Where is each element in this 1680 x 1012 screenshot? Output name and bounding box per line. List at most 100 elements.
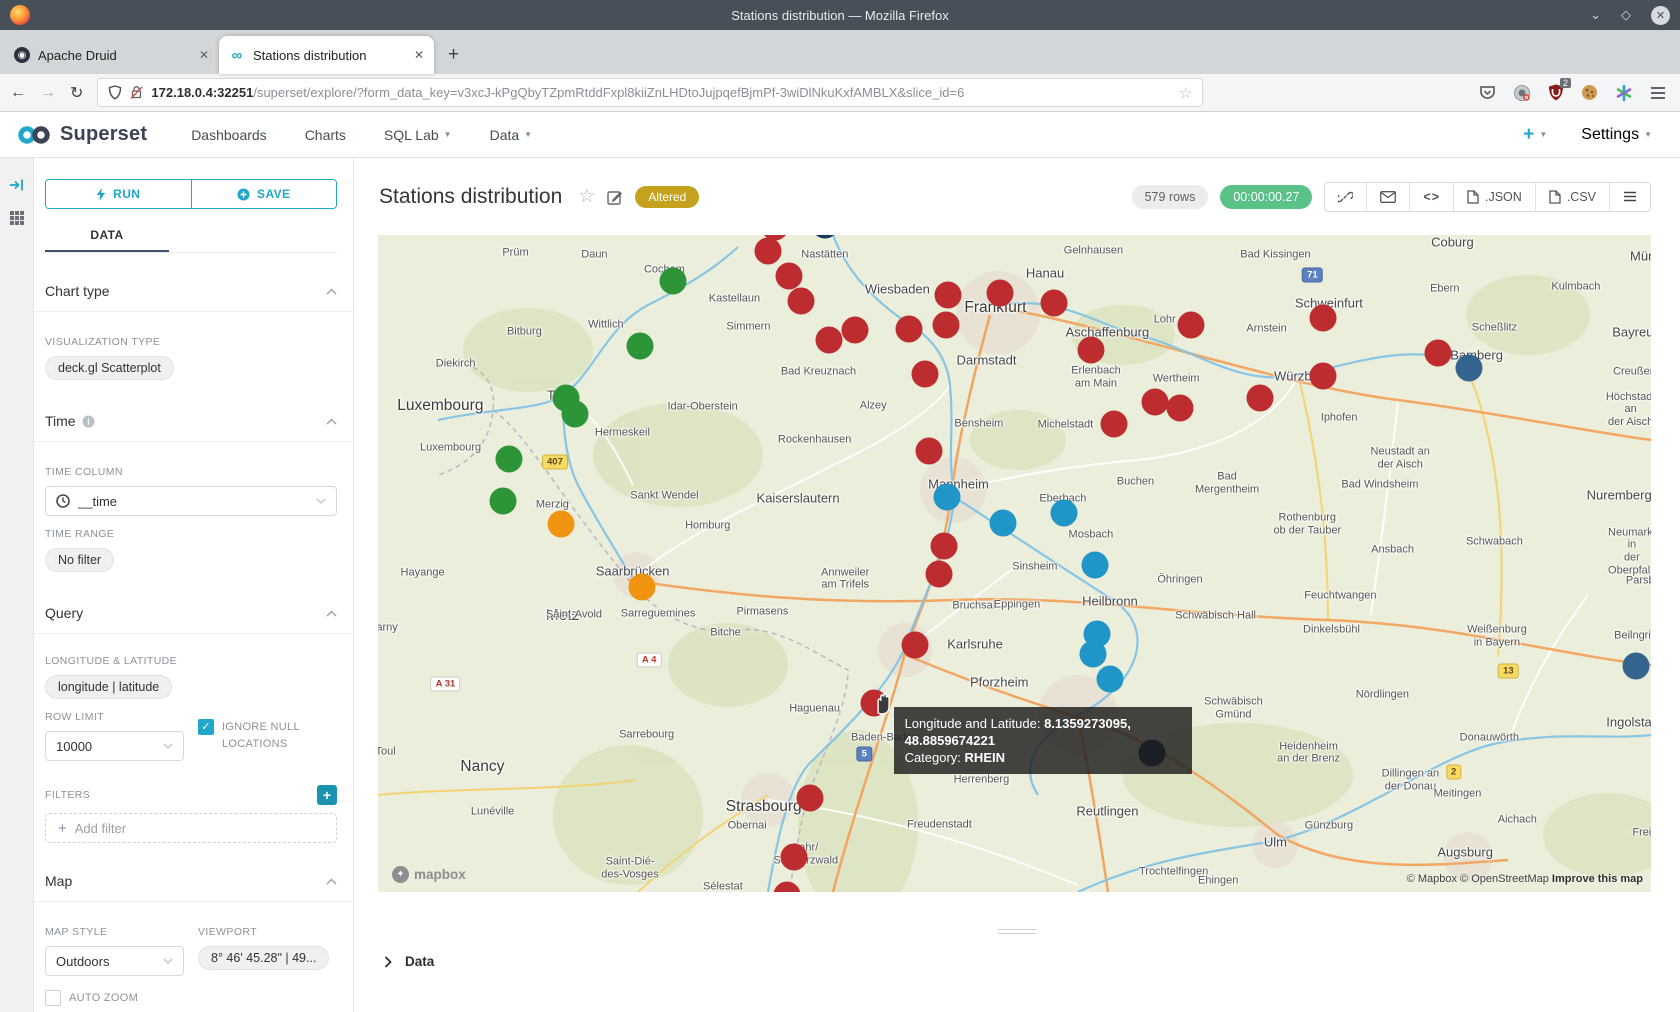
station-point[interactable] — [895, 315, 922, 342]
run-button[interactable]: RUN — [46, 180, 191, 208]
window-minimize-button[interactable]: ⌄ — [1590, 7, 1601, 23]
station-point[interactable] — [562, 401, 589, 428]
station-point[interactable] — [1166, 395, 1193, 422]
window-maximize-button[interactable]: ◇ — [1621, 7, 1631, 23]
nav-dashboards[interactable]: Dashboards — [191, 127, 267, 143]
add-new-button[interactable]: +▼ — [1523, 124, 1547, 146]
station-point[interactable] — [1051, 499, 1078, 526]
station-point[interactable] — [1247, 384, 1274, 411]
panel-drag-handle[interactable] — [998, 926, 1036, 934]
station-point[interactable] — [990, 509, 1017, 536]
reload-button[interactable]: ↻ — [70, 83, 83, 103]
viz-type-pill[interactable]: deck.gl Scatterplot — [45, 356, 174, 380]
map-canvas[interactable]: PrümDaunCochemNastättenWiesbadenFrankfur… — [378, 235, 1651, 892]
url-bar[interactable]: 172.18.0.4:32251/superset/explore/?form_… — [97, 78, 1203, 107]
tab-close-icon[interactable]: ✕ — [414, 48, 424, 62]
lonlat-pill[interactable]: longitude | latitude — [45, 675, 172, 699]
station-point[interactable] — [1141, 388, 1168, 415]
auto-zoom-checkbox[interactable] — [45, 990, 61, 1006]
cookie-icon[interactable] — [1581, 84, 1598, 101]
extension-asterisk-icon[interactable] — [1615, 84, 1633, 102]
station-point[interactable] — [1309, 304, 1336, 331]
station-point[interactable] — [496, 446, 523, 473]
station-point[interactable] — [932, 312, 959, 339]
section-time[interactable]: Time i — [45, 413, 337, 429]
station-point[interactable] — [548, 511, 575, 538]
menu-hamburger-icon[interactable] — [1650, 86, 1666, 100]
forward-button[interactable]: → — [40, 84, 56, 102]
add-filter-plus-button[interactable]: + — [317, 785, 337, 805]
map-style-select[interactable]: Outdoors — [45, 946, 184, 976]
station-point[interactable] — [1040, 290, 1067, 317]
attribution-mapbox-link[interactable]: © Mapbox — [1407, 873, 1457, 885]
time-column-select[interactable]: __time — [45, 486, 337, 516]
attribution-osm-link[interactable]: © OpenStreetMap — [1460, 873, 1549, 885]
station-point[interactable] — [934, 484, 961, 511]
export-json-button[interactable]: .JSON — [1453, 183, 1535, 211]
pocket-icon[interactable] — [1479, 85, 1496, 101]
station-point[interactable] — [1455, 354, 1482, 381]
station-point[interactable] — [815, 327, 842, 354]
station-point[interactable] — [1100, 411, 1127, 438]
chart-menu-button[interactable] — [1609, 183, 1650, 211]
time-range-pill[interactable]: No filter — [45, 548, 114, 572]
email-button[interactable] — [1366, 183, 1409, 211]
station-point[interactable] — [489, 488, 516, 515]
superset-brand[interactable]: Superset — [16, 123, 147, 146]
collapse-panel-icon[interactable] — [9, 178, 24, 192]
nav-charts[interactable]: Charts — [305, 127, 346, 143]
station-point[interactable] — [1309, 363, 1336, 390]
bookmark-star-icon[interactable]: ☆ — [1179, 84, 1192, 102]
station-point[interactable] — [627, 333, 654, 360]
nav-sql-lab[interactable]: SQL Lab▼ — [384, 127, 452, 143]
section-map[interactable]: Map — [45, 873, 337, 889]
ublock-icon[interactable]: 2 — [1548, 84, 1564, 101]
station-point[interactable] — [926, 561, 953, 588]
export-csv-button[interactable]: .CSV — [1535, 183, 1609, 211]
station-point[interactable] — [1080, 641, 1107, 668]
station-point[interactable] — [754, 237, 781, 264]
station-point[interactable] — [1077, 336, 1104, 363]
station-point[interactable] — [912, 361, 939, 388]
copy-link-button[interactable] — [1325, 183, 1366, 211]
station-point[interactable] — [935, 281, 962, 308]
tab-stations-distribution[interactable]: ∞ Stations distribution ✕ — [219, 36, 434, 74]
section-chart-type[interactable]: Chart type — [45, 283, 337, 299]
station-point[interactable] — [1096, 666, 1123, 693]
settings-menu[interactable]: Settings▼ — [1581, 126, 1652, 144]
station-point[interactable] — [796, 785, 823, 812]
edit-properties-icon[interactable] — [607, 189, 623, 205]
attribution-improve-link[interactable]: Improve this map — [1552, 873, 1643, 885]
station-point[interactable] — [660, 267, 687, 294]
station-point[interactable] — [1178, 312, 1205, 339]
station-point[interactable] — [842, 317, 869, 344]
station-point[interactable] — [1081, 551, 1108, 578]
nav-data[interactable]: Data▼ — [490, 127, 533, 143]
row-limit-select[interactable]: 10000 — [45, 731, 184, 761]
window-close-button[interactable]: ✕ — [1651, 6, 1670, 25]
station-point[interactable] — [787, 287, 814, 314]
section-query[interactable]: Query — [45, 605, 337, 621]
altered-badge[interactable]: Altered — [635, 186, 699, 208]
station-point[interactable] — [781, 844, 808, 871]
station-point[interactable] — [916, 438, 943, 465]
back-button[interactable]: ← — [10, 84, 26, 102]
tab-close-icon[interactable]: ✕ — [199, 48, 209, 62]
station-point[interactable] — [776, 262, 803, 289]
add-filter-box[interactable]: + Add filter — [45, 813, 337, 843]
viewport-pill[interactable]: 8° 46' 45.28" | 49... — [198, 946, 329, 970]
station-point[interactable] — [902, 631, 929, 658]
tab-data[interactable]: DATA — [45, 221, 169, 252]
data-results-panel[interactable]: Data — [354, 954, 1680, 969]
station-point[interactable] — [987, 279, 1014, 306]
station-point[interactable] — [1622, 652, 1649, 679]
extension-disabled-icon[interactable] — [1513, 84, 1531, 102]
save-button[interactable]: SAVE — [191, 180, 337, 208]
tab-apache-druid[interactable]: ◉ Apache Druid ✕ — [4, 36, 219, 74]
embed-code-button[interactable]: <> — [1409, 183, 1453, 211]
favorite-star-icon[interactable]: ☆ — [578, 185, 595, 208]
station-point[interactable] — [628, 574, 655, 601]
new-tab-button[interactable]: + — [448, 44, 459, 66]
station-point[interactable] — [1425, 340, 1452, 367]
ignore-null-checkbox[interactable]: ✓ — [198, 719, 214, 735]
